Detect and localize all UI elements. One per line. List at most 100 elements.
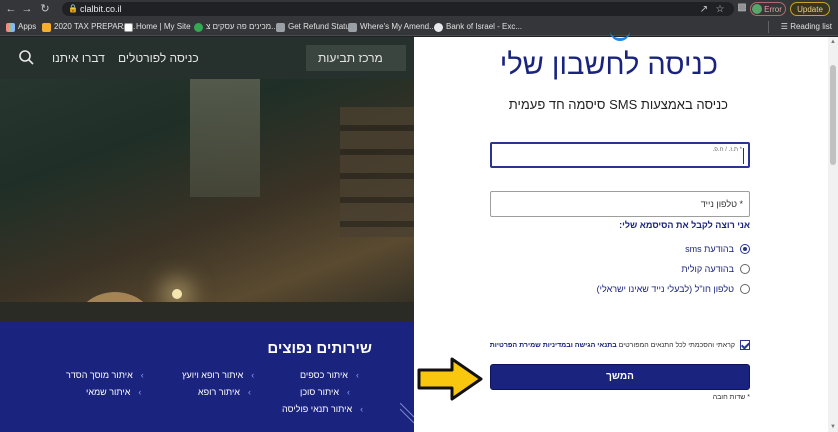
chevron-icon: ‹ — [360, 404, 364, 414]
claims-center-link[interactable]: מרכז תביעות — [318, 51, 383, 65]
consent-checkbox[interactable] — [740, 340, 750, 350]
update-label: Update — [797, 5, 823, 14]
mobile-phone-input[interactable]: * טלפון נייד — [490, 191, 750, 217]
extensions-icon[interactable]: ▩ — [736, 2, 748, 14]
back-icon[interactable]: ← — [4, 2, 18, 16]
update-button[interactable]: Update — [790, 2, 830, 16]
scroll-up-icon[interactable]: ▲ — [828, 37, 838, 47]
service-link[interactable]: איתור כספים ‹ — [300, 370, 359, 380]
irs-icon — [276, 22, 285, 32]
annotation-arrow-icon — [417, 357, 483, 401]
photo-sofa — [0, 302, 414, 322]
login-subtitle: כניסה באמצעות SMS סיסמה חד פעמית — [508, 97, 728, 112]
radio-abroad-label: טלפון חו"ל (לבעלי נייד שאינו ישראלי) — [596, 284, 734, 294]
tax-site-icon — [42, 22, 51, 32]
id-number-label: * ת.ז. / ח.פ. — [712, 147, 742, 153]
error-label: Error — [764, 5, 782, 14]
decorative-lines — [400, 403, 414, 424]
service-label: איתור רופא ויועץ — [182, 370, 244, 380]
service-link[interactable]: איתור רופא ‹ — [198, 387, 251, 397]
radio-button[interactable] — [740, 284, 750, 294]
forward-icon[interactable]: → — [20, 2, 34, 16]
common-services: שירותים נפוצים איתור כספים ‹ איתור רופא ו… — [0, 322, 414, 432]
bookmark-label: Get Refund Status — [288, 22, 354, 31]
leaf-icon — [194, 22, 203, 32]
radio-button[interactable] — [740, 244, 750, 254]
terms-consent[interactable]: קראתי והסכמתי לכל התנאים המפורטים בתנאי … — [490, 339, 750, 351]
chevron-icon: ‹ — [247, 387, 251, 397]
continue-button[interactable]: המשך — [490, 364, 750, 390]
logo-icon — [610, 29, 630, 41]
delivery-method-label: אני רוצה לקבל את הסיסמא שלי: — [619, 220, 750, 230]
service-label: איתור שמאי — [86, 387, 131, 397]
service-link[interactable]: איתור רופא ויועץ ‹ — [182, 370, 254, 380]
page-title: כניסה לחשבון שלי — [499, 49, 718, 81]
bookmark-home[interactable]: Home | My Site — [124, 18, 191, 36]
service-link[interactable]: איתור תנאי פוליסה ‹ — [282, 404, 363, 414]
bookmark-label: מכינים פה עסקים צ... — [206, 22, 278, 31]
portals-link[interactable]: כניסה לפורטלים — [118, 51, 199, 65]
services-title: שירותים נפוצים — [267, 340, 372, 357]
service-label: איתור רופא — [198, 387, 240, 397]
bookmark-label: Where's My Amend... — [360, 22, 436, 31]
apps-grid-icon — [6, 22, 15, 32]
text-cursor — [743, 148, 744, 164]
search-icon[interactable] — [18, 49, 34, 65]
address-bar[interactable]: 🔒 clalbit.co.il ↗ ☆ — [62, 2, 734, 16]
radio-voice-label: בהודעה קולית — [681, 264, 734, 274]
chevron-icon: ‹ — [346, 387, 350, 397]
chevron-icon: ‹ — [355, 370, 359, 380]
required-fields-note: * שדות חובה — [712, 394, 750, 401]
service-link[interactable]: איתור סוכן ‹ — [300, 387, 350, 397]
bookmark-refund[interactable]: Get Refund Status — [276, 18, 354, 36]
terms-link[interactable]: בתנאי הגישה ובמדיניות שמירת הפרטיות — [490, 342, 617, 349]
bank-icon — [434, 22, 443, 32]
wix-icon — [124, 22, 133, 32]
browser-toolbar: ← → ↻ 🔒 clalbit.co.il ↗ ☆ ▩ Error Update — [0, 0, 838, 18]
chevron-icon: ‹ — [251, 370, 255, 380]
reading-list-icon: ☰ — [780, 22, 791, 31]
reading-list-label: Reading list — [790, 22, 832, 31]
consent-text: קראתי והסכמתי לכל התנאים המפורטים בתנאי … — [490, 342, 735, 349]
id-number-input[interactable]: * ת.ז. / ח.פ. — [490, 142, 750, 168]
bookmark-amended[interactable]: Where's My Amend... — [348, 18, 436, 36]
scroll-down-icon[interactable]: ▼ — [828, 422, 838, 432]
hero-photo — [0, 37, 414, 352]
chevron-icon: ‹ — [138, 387, 142, 397]
service-label: איתור סוכן — [300, 387, 339, 397]
talk-to-us-link[interactable]: דברו איתנו — [52, 51, 105, 65]
radio-sms-label: בהודעת sms — [685, 244, 734, 254]
radio-abroad[interactable]: טלפון חו"ל (לבעלי נייד שאינו ישראלי) — [597, 283, 750, 295]
consent-prefix: קראתי והסכמתי לכל התנאים המפורטים — [616, 341, 735, 349]
bookmark-label: Home | My Site — [136, 22, 191, 31]
photo-lamp — [172, 289, 182, 299]
mobile-phone-placeholder: * טלפון נייד — [700, 199, 743, 209]
scrollbar-thumb[interactable] — [830, 65, 836, 165]
bookmark-apps[interactable]: Apps — [6, 18, 36, 36]
chevron-icon: ‹ — [140, 370, 144, 380]
service-label: איתור כספים — [300, 370, 348, 380]
radio-voice[interactable]: בהודעה קולית — [681, 263, 750, 275]
bookmark-tax[interactable]: 2020 TAX PREPARA... — [42, 18, 135, 36]
lock-icon: 🔒 — [68, 4, 78, 13]
reading-list-button[interactable]: ☰ Reading list — [781, 18, 832, 36]
avatar — [752, 4, 762, 14]
bookmarks-bar: Apps 2020 TAX PREPARA... Home | My Site … — [0, 18, 838, 36]
share-icon[interactable]: ↗ — [698, 4, 710, 16]
service-link[interactable]: איתור מוסך הסדר ‹ — [66, 370, 144, 380]
bookmark-hebrew[interactable]: מכינים פה עסקים צ... — [194, 18, 278, 36]
bookmark-label: Apps — [18, 22, 37, 31]
photo-shelf — [340, 107, 414, 237]
irs-icon — [348, 22, 357, 32]
photo-window — [190, 77, 260, 197]
service-label: איתור תנאי פוליסה — [282, 404, 353, 414]
divider — [768, 21, 769, 33]
bookmark-star-icon[interactable]: ☆ — [714, 4, 726, 16]
bookmark-boi[interactable]: Bank of Israel - Exc... — [434, 18, 522, 36]
page-scrollbar[interactable]: ▲ ▼ — [828, 37, 838, 432]
radio-sms[interactable]: בהודעת sms — [685, 243, 750, 255]
service-link[interactable]: איתור שמאי ‹ — [86, 387, 141, 397]
reload-icon[interactable]: ↻ — [38, 2, 52, 16]
radio-button[interactable] — [740, 264, 750, 274]
site-header: דברו איתנו כניסה לפורטלים מרכז תביעות — [0, 37, 414, 79]
